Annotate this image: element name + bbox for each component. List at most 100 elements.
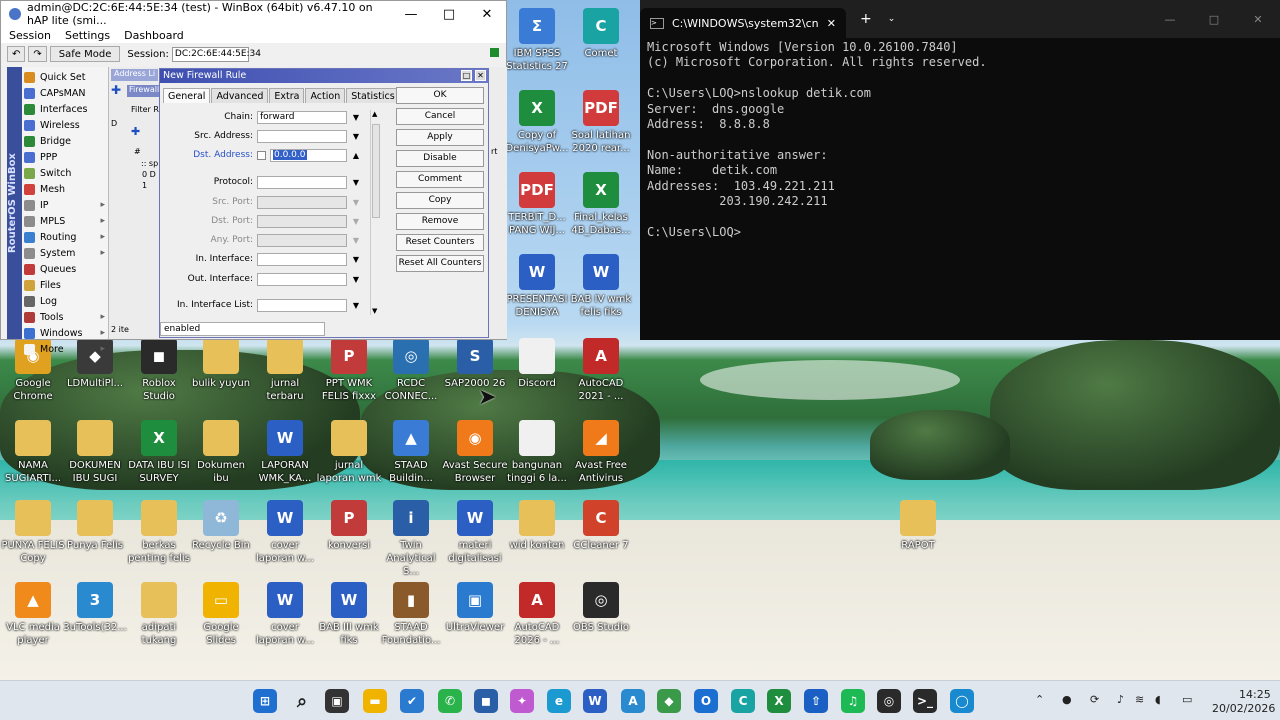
winbox-titlebar[interactable]: admin@DC:2C:6E:44:5E:34 (test) - WinBox … (1, 1, 506, 27)
desktop-icon-autocad-2021[interactable]: A AutoCAD 2021 - ... (568, 338, 634, 403)
desktop-icon-discord[interactable]: Discord (504, 338, 570, 390)
sidebar-item-ip[interactable]: IP ▸ (24, 197, 108, 213)
chevron-down-icon[interactable]: ▼ (351, 217, 361, 226)
desktop-icon-dokumen-ibu-sugi[interactable]: DOKUMEN IBU SUGI (62, 420, 128, 485)
tab-general[interactable]: General (163, 88, 211, 103)
comment-button[interactable]: Comment (396, 171, 484, 188)
chevron-down-icon[interactable]: ▼ (351, 178, 361, 187)
whatsapp-icon[interactable]: ✆ (438, 689, 462, 713)
autocad-icon[interactable]: A (621, 689, 645, 713)
menu-session[interactable]: Session (9, 29, 51, 42)
desktop-icon-ultraviewer[interactable]: ▣ UltraViewer (442, 582, 508, 634)
copy-button[interactable]: Copy (396, 192, 484, 209)
sidebar-item-routing[interactable]: Routing ▸ (24, 229, 108, 245)
chevron-up-icon[interactable]: ⌃ (1035, 693, 1044, 706)
sidebar-item-windows[interactable]: Windows ▸ (24, 325, 108, 341)
in-interface-select[interactable] (257, 252, 347, 266)
desktop-icon-materi-digitalisasi[interactable]: Wmateri digitalisasi (442, 500, 508, 565)
desktop-icon-bulik-yuyun[interactable]: bulik yuyun (188, 338, 254, 390)
obs-icon[interactable]: ◎ (877, 689, 901, 713)
sidebar-item-more[interactable]: More ▸ (24, 341, 108, 357)
desktop-icon-terbit-d-pang-wij[interactable]: PDF TERBIT_D... PANG WIJ... (504, 172, 570, 237)
tray-app-icon[interactable]: ● (1062, 693, 1072, 706)
search-icon[interactable]: ⌕ (290, 689, 314, 713)
desktop-icon-staad-foundatio[interactable]: ▮ STAAD Foundatio... (378, 582, 444, 647)
clock-date[interactable]: 20/02/2026 (1212, 702, 1275, 715)
desktop-icon-cover-laporan-w[interactable]: Wcover laporan w... (252, 582, 318, 647)
tab-extra[interactable]: Extra (269, 88, 305, 103)
desktop-icon-ibm-spss-statistics-27[interactable]: Σ IBM SPSS Statistics 27 (504, 8, 570, 73)
chevron-down-icon[interactable]: ▼ (351, 255, 361, 264)
desktop-icon-twin-analytical-s[interactable]: i Twin Analytical S... (378, 500, 444, 578)
chevron-down-icon[interactable]: ▼ (351, 301, 361, 310)
close-icon[interactable]: ✕ (1236, 13, 1280, 26)
desktop-icon-adipati-tukang[interactable]: adipati tukang (126, 582, 192, 647)
tab-statistics[interactable]: Statistics (346, 88, 400, 103)
desktop-icon-obs-studio[interactable]: ◎ OBS Studio (568, 582, 634, 634)
desktop-icon-copy-of-denisyapw[interactable]: X Copy of DenisyaPw... (504, 90, 570, 155)
desktop-icon-punya-felis[interactable]: Punya Felis (62, 500, 128, 552)
sidebar-item-mpls[interactable]: MPLS ▸ (24, 213, 108, 229)
desktop-icon-bab-iv-wmk-felis-fiks[interactable]: W BAB IV wmk felis fiks (568, 254, 634, 319)
comet-icon[interactable]: C (731, 689, 755, 713)
sidebar-item-quick-set[interactable]: Quick Set (24, 69, 108, 85)
sidebar-item-files[interactable]: Files (24, 277, 108, 293)
sidebar-item-bridge[interactable]: Bridge (24, 133, 108, 149)
src-address-field[interactable] (257, 129, 347, 143)
sidebar-item-wireless[interactable]: Wireless (24, 117, 108, 133)
sidebar-item-queues[interactable]: Queues (24, 261, 108, 277)
chevron-down-icon[interactable]: ▼ (351, 198, 361, 207)
scroll-up-icon[interactable]: ▲ (372, 110, 377, 118)
chevron-down-icon[interactable]: ⌄ (888, 14, 896, 24)
desktop-icon-bab-iii-wmk-fiks[interactable]: W BAB III wmk fiks (316, 582, 382, 647)
desktop-icon-autocad-2026[interactable]: A AutoCAD 2026 - ... (504, 582, 570, 647)
desktop-icon-comet[interactable]: C Comet (568, 8, 634, 60)
desktop-icon-ccleaner-7[interactable]: C CCleaner 7 (568, 500, 634, 552)
start-icon[interactable]: ⊞ (253, 689, 277, 713)
desktop-icon-dokumen-ibu[interactable]: Dokumen ibu (188, 420, 254, 485)
desktop-icon-laporan-wmk-ka[interactable]: W LAPORAN WMK_KA... (252, 420, 318, 485)
scroll-down-icon[interactable]: ▼ (372, 307, 377, 315)
tab-advanced[interactable]: Advanced (211, 88, 269, 103)
protocol-select[interactable] (257, 175, 347, 189)
out-interface-select[interactable] (257, 272, 347, 286)
copilot-icon[interactable]: ✦ (510, 689, 534, 713)
desktop-icon-avast-free-antivirus[interactable]: ◢ Avast Free Antivirus (568, 420, 634, 485)
sidebar-item-mesh[interactable]: Mesh (24, 181, 108, 197)
table-row[interactable]: 0 D (142, 170, 156, 179)
terminal-tab[interactable]: > C:\WINDOWS\system32\cn ✕ (640, 8, 846, 38)
undo-icon[interactable]: ↶ (7, 46, 26, 62)
dst-address-field[interactable]: 0.0.0.0 (270, 148, 347, 162)
winbox-icon[interactable]: ◯ (950, 689, 974, 713)
outlook-icon[interactable]: O (694, 689, 718, 713)
table-row[interactable]: 1 (142, 181, 147, 190)
dialog-close-icon[interactable]: ✕ (475, 70, 486, 81)
sidebar-item-system[interactable]: System ▸ (24, 245, 108, 261)
desktop-icon-avast-secure-browser[interactable]: ◉ Avast Secure Browser (442, 420, 508, 485)
sidebar-item-switch[interactable]: Switch (24, 165, 108, 181)
remove-button[interactable]: Remove (396, 213, 484, 230)
excel-icon[interactable]: X (767, 689, 791, 713)
apply-button[interactable]: Apply (396, 129, 484, 146)
desktop-icon-jurnal-laporan-wmk[interactable]: jurnal laporan wmk (316, 420, 382, 485)
sidebar-item-tools[interactable]: Tools ▸ (24, 309, 108, 325)
in-interface-list-select[interactable] (257, 298, 347, 312)
menu-settings[interactable]: Settings (65, 29, 110, 42)
desktop-icon-rcdc-connec[interactable]: ◎ RCDC CONNEC... (378, 338, 444, 403)
reset-counters-button[interactable]: Reset Counters (396, 234, 484, 251)
desktop-icon-vlc-media-player[interactable]: ▲ VLC media player (0, 582, 66, 647)
chevron-down-icon[interactable]: ▼ (351, 275, 361, 284)
add-rule-icon[interactable]: ✚ (131, 125, 147, 139)
dst-address-negate-checkbox[interactable] (257, 150, 266, 160)
desktop-icon-berkas-penting-felis[interactable]: berkas penting felis (126, 500, 192, 565)
any-port-field[interactable] (257, 233, 347, 247)
desktop-icon-cover-laporan-w[interactable]: Wcover laporan w... (252, 500, 318, 565)
tab-firewall[interactable]: Firewall (127, 85, 162, 97)
reset-all-counters-button[interactable]: Reset All Counters (396, 255, 484, 272)
desktop-icon-soal-latihan-2020-rear[interactable]: PDF Soal latihan 2020 rear... (568, 90, 634, 155)
minimize-icon[interactable]: — (392, 7, 430, 22)
dialog-titlebar[interactable]: New Firewall Rule □ ✕ (160, 69, 488, 83)
scroll-thumb[interactable] (372, 124, 380, 218)
desktop-icon-bangunan-tinggi-6-la[interactable]: bangunan tinggi 6 la... (504, 420, 570, 485)
safe-mode-button[interactable]: Safe Mode (49, 46, 121, 62)
